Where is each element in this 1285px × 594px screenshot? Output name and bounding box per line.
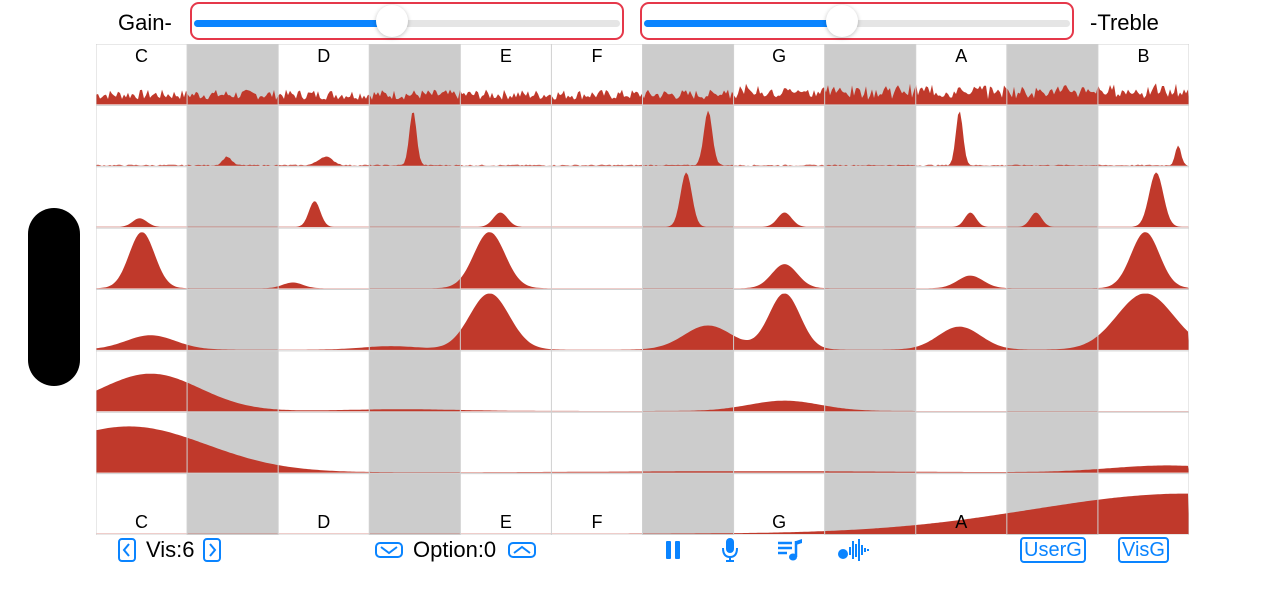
note-label-top-g: G <box>772 46 787 66</box>
chevron-left-square-icon[interactable] <box>118 538 136 562</box>
treble-label: -Treble <box>1090 10 1159 35</box>
note-label-bottom-f: F <box>591 512 603 532</box>
userg-button[interactable]: UserG <box>1020 536 1086 564</box>
spectrum-grid: C D E F G A B C D E F G A <box>96 44 1189 535</box>
note-label-bottom-c: C <box>135 512 149 532</box>
microphone-button[interactable] <box>720 536 740 564</box>
note-label-top-f: F <box>591 46 603 66</box>
userg-label[interactable]: UserG <box>1020 537 1086 563</box>
side-drag-handle[interactable] <box>28 208 80 386</box>
note-label-top-b: B <box>1137 46 1150 66</box>
note-label-bottom-e: E <box>499 512 512 532</box>
playlist-button[interactable] <box>776 536 804 564</box>
gain-slider-thumb[interactable] <box>375 5 408 37</box>
chevron-up-rect-icon[interactable] <box>508 542 537 558</box>
gain-slider-fill <box>194 20 392 27</box>
gain-slider[interactable] <box>190 2 624 40</box>
option-label: Option:0 <box>413 537 497 562</box>
treble-slider[interactable] <box>640 2 1074 40</box>
vis-label: Vis:6 <box>146 537 195 562</box>
pause-button[interactable] <box>664 536 682 564</box>
music-list-icon[interactable] <box>776 538 804 562</box>
note-label-bottom-a: A <box>955 512 968 532</box>
visg-button[interactable]: VisG <box>1118 536 1169 564</box>
waveform-button[interactable] <box>836 536 872 564</box>
spectrum-svg <box>96 44 1189 535</box>
chevron-right-square-icon[interactable] <box>202 538 221 562</box>
note-label-top-c: C <box>135 46 149 66</box>
option-control: Option:0 <box>375 536 537 564</box>
treble-slider-thumb[interactable] <box>825 5 858 37</box>
pause-icon[interactable] <box>664 539 682 561</box>
note-label-bottom-d: D <box>317 512 331 532</box>
gain-label: Gain- <box>118 10 172 35</box>
visg-label[interactable]: VisG <box>1118 537 1169 563</box>
chevron-down-rect-icon[interactable] <box>375 542 403 558</box>
note-label-bottom-g: G <box>772 512 787 532</box>
waveform-icon[interactable] <box>836 538 872 562</box>
note-label-top-e: E <box>499 46 512 66</box>
vis-control: Vis:6 <box>118 536 221 564</box>
microphone-icon[interactable] <box>720 537 740 563</box>
note-label-top-a: A <box>955 46 968 66</box>
treble-slider-fill <box>644 20 842 27</box>
note-label-top-d: D <box>317 46 331 66</box>
